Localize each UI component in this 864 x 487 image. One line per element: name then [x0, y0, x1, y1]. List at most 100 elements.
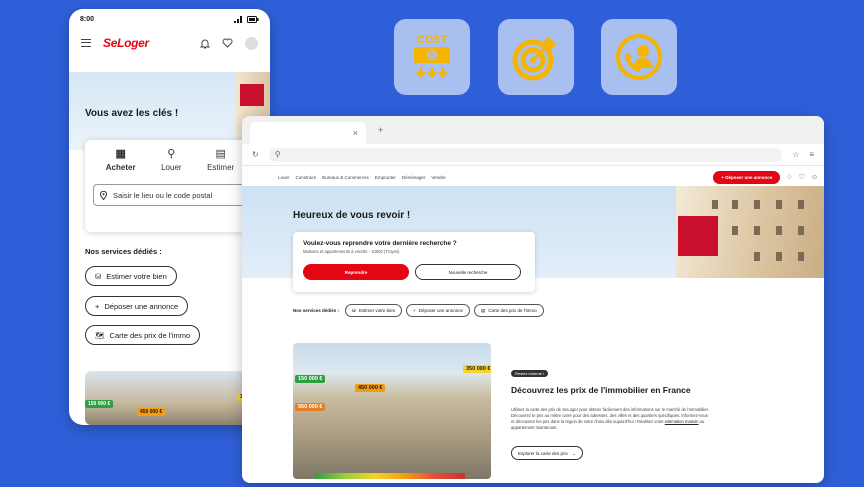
- browser-tab-bar: × +: [242, 116, 824, 144]
- seloger-logo[interactable]: SeLoger: [103, 36, 149, 50]
- user-icon[interactable]: ☺: [811, 174, 818, 181]
- heart-icon[interactable]: [222, 38, 233, 48]
- article-text: Utilisez la carte des prix de SeLoger po…: [511, 407, 711, 431]
- service-estimer-label: Estimer votre bien: [358, 308, 396, 313]
- mobile-search-card: ▦ Acheter ⚲ Louer ▤ Estimer Saisir le li…: [85, 140, 255, 232]
- close-tab-icon[interactable]: ×: [353, 128, 358, 138]
- mobile-search-tabs: ▦ Acheter ⚲ Louer ▤ Estimer: [93, 148, 247, 172]
- battery-icon: [247, 15, 259, 23]
- mobile-hero-title: Vous avez les clés !: [85, 108, 179, 119]
- price-marker[interactable]: 150 000 €: [295, 375, 326, 383]
- service-deposer-label: Déposer une annonce: [418, 308, 464, 313]
- desktop-browser-window: × + ↻ ⚲ ☆ ≡ Louer Construire Bureaux & C…: [242, 116, 824, 483]
- deposit-ad-button[interactable]: + Déposer une annonce: [713, 170, 781, 184]
- resume-button[interactable]: Reprendre: [303, 264, 409, 280]
- explore-map-label: Explorer la carte des prix: [518, 450, 568, 456]
- service-carte-button[interactable]: ▤ Carte des prix de l'immo: [474, 304, 544, 317]
- service-carte-button[interactable]: 🗺 Carte des prix de l'immo: [85, 325, 201, 345]
- bell-icon[interactable]: [200, 38, 210, 49]
- service-carte-label: Carte des prix de l'immo: [109, 330, 191, 340]
- desktop-services: Nos services dédiés : ⛁ Estimer votre bie…: [293, 304, 544, 317]
- feature-cost-tile: COST $: [394, 19, 470, 95]
- service-estimer-button[interactable]: ⛁ Estimer votre bien: [345, 304, 403, 317]
- plus-icon: +: [95, 301, 100, 311]
- new-tab-icon[interactable]: +: [378, 125, 383, 135]
- tab-acheter-label: Acheter: [105, 163, 136, 172]
- mobile-price-map[interactable]: 350 000 € 150 000 € 450 000 €: [85, 371, 255, 425]
- service-estimer-button[interactable]: ⛁ Estimer votre bien: [85, 266, 177, 286]
- service-carte-label: Carte des prix de l'immo: [488, 308, 537, 313]
- location-pin-icon: [100, 190, 107, 200]
- price-article: Restez informé ! Découvrez les prix de l…: [511, 362, 711, 431]
- building-icon: ▦: [115, 148, 126, 160]
- support-icon: [616, 34, 662, 80]
- tab-louer-label: Louer: [161, 163, 182, 172]
- mobile-app-bar: SeLoger: [69, 29, 270, 57]
- search-placeholder: Saisir le lieu ou le code postal: [113, 190, 213, 200]
- coins-icon: ⛁: [352, 307, 356, 313]
- explore-map-button[interactable]: Explorer la carte des prix →: [511, 446, 584, 460]
- nav-item[interactable]: Emprunter: [375, 175, 396, 180]
- feature-support-tile: [601, 19, 677, 95]
- nav-item[interactable]: Déménager: [402, 175, 426, 180]
- plus-icon: +: [413, 308, 416, 313]
- deposit-ad-label: Déposer une annonce: [725, 174, 773, 180]
- browser-menu-icon[interactable]: ≡: [809, 150, 814, 159]
- service-deposer-button[interactable]: + Déposer une annonce: [85, 296, 189, 316]
- star-icon[interactable]: ☆: [792, 150, 799, 159]
- nav-item[interactable]: Bureaux & Commerces: [322, 175, 369, 180]
- nav-item[interactable]: Vendre: [431, 175, 445, 180]
- price-marker[interactable]: 350 000 €: [463, 365, 491, 373]
- heart-icon[interactable]: ♡: [799, 173, 805, 181]
- feature-target-tile: [498, 19, 574, 95]
- desktop-services-title: Nos services dédiés :: [293, 308, 340, 313]
- bell-icon[interactable]: ♢: [786, 173, 792, 181]
- price-marker[interactable]: 550 000 €: [295, 403, 326, 411]
- cost-label: COST: [417, 34, 448, 46]
- map-icon: 🗺: [95, 330, 105, 340]
- price-marker[interactable]: 450 000 €: [137, 408, 166, 416]
- article-title: Découvrez les prix de l'immobilier en Fr…: [511, 385, 691, 395]
- key-icon: ⚲: [167, 148, 176, 160]
- coins-icon: ⛁: [95, 271, 102, 281]
- menu-icon[interactable]: [81, 39, 91, 47]
- mobile-device: 8:00 SeLoger Vous avez les clés ! ▦ Ache…: [69, 9, 270, 425]
- desktop-price-map[interactable]: 350 000 € 150 000 € 450 000 € 550 000 €: [293, 343, 491, 479]
- calculator-icon: ▤: [215, 148, 226, 160]
- resume-search-card: Voulez-vous reprendre votre dernière rec…: [293, 232, 535, 292]
- browser-tab[interactable]: ×: [250, 122, 366, 144]
- resume-title: Voulez-vous reprendre votre dernière rec…: [303, 240, 457, 247]
- price-marker[interactable]: 150 000 €: [85, 400, 114, 408]
- target-icon: [512, 36, 557, 81]
- map-icon: ▤: [481, 307, 486, 313]
- estimation-link[interactable]: estimation maison: [665, 419, 699, 424]
- location-search-input[interactable]: Saisir le lieu ou le code postal: [93, 184, 247, 206]
- info-badge: Restez informé !: [511, 370, 549, 377]
- cost-icon: COST $: [414, 34, 450, 78]
- svg-text:$: $: [430, 51, 435, 60]
- service-deposer-button[interactable]: + Déposer une annonce: [406, 304, 471, 317]
- new-search-button[interactable]: Nouvelle recherche: [415, 264, 521, 280]
- tab-acheter[interactable]: ▦ Acheter: [106, 148, 136, 172]
- search-icon: ⚲: [274, 150, 281, 159]
- status-time: 8:00: [80, 15, 95, 23]
- service-estimer-label: Estimer votre bien: [106, 271, 167, 281]
- avatar[interactable]: [245, 36, 258, 50]
- reload-icon[interactable]: ↻: [252, 150, 259, 159]
- resume-subtitle: Maisons et appartements à vendre - 10000…: [303, 249, 400, 254]
- price-color-scale: [315, 473, 465, 479]
- tab-louer[interactable]: ⚲ Louer: [161, 148, 181, 172]
- service-deposer-label: Déposer une annonce: [104, 301, 179, 311]
- site-nav: Louer Construire Bureaux & Commerces Emp…: [242, 166, 824, 188]
- nav-item[interactable]: Louer: [278, 175, 290, 180]
- status-bar: 8:00: [69, 9, 270, 29]
- tab-estimer[interactable]: ▤ Estimer: [207, 148, 234, 172]
- hero-red-square: [240, 84, 264, 106]
- nav-item[interactable]: Construire: [296, 175, 317, 180]
- price-marker[interactable]: 450 000 €: [355, 384, 386, 392]
- address-field[interactable]: ⚲: [268, 147, 783, 162]
- desktop-hero-title: Heureux de vous revoir !: [293, 210, 411, 221]
- signal-icon: [234, 15, 242, 23]
- mobile-services-title: Nos services dédiés :: [85, 247, 162, 256]
- mobile-hero: Vous avez les clés !: [69, 72, 270, 150]
